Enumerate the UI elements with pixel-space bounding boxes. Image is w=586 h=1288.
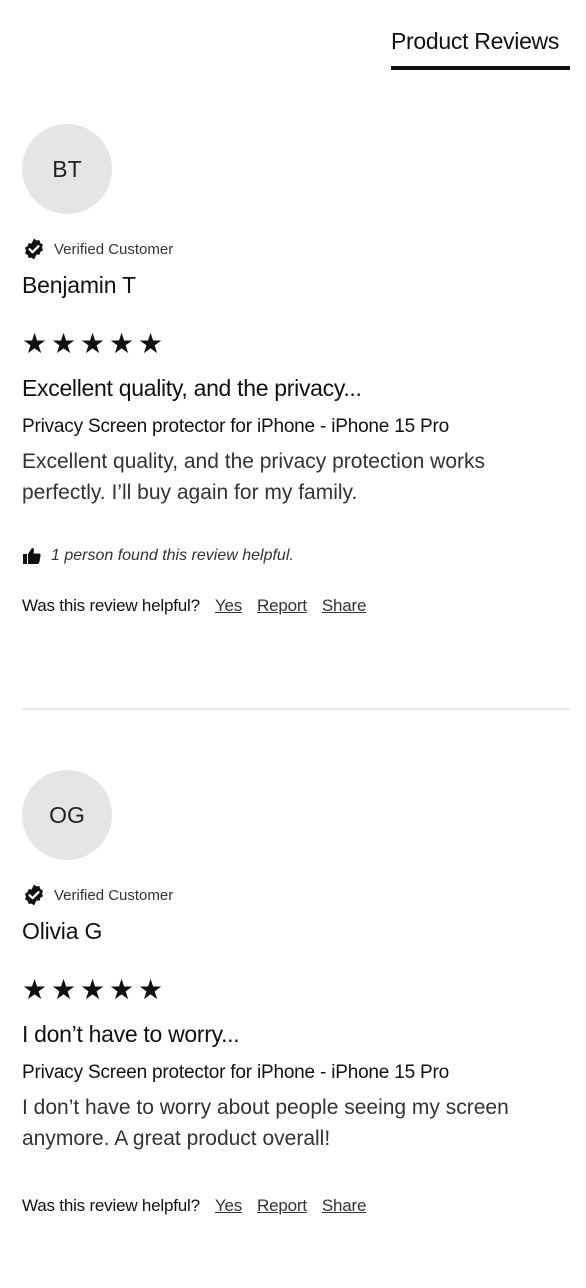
star-icon: ★	[22, 974, 48, 1005]
star-icon: ★	[138, 974, 164, 1005]
review-card: OG Verified Customer Olivia G ★ ★ ★ ★ ★ …	[22, 770, 570, 1216]
star-icon: ★	[80, 974, 106, 1005]
verified-customer-badge: Verified Customer	[22, 882, 570, 908]
star-icon: ★	[109, 974, 135, 1005]
star-icon: ★	[51, 974, 77, 1005]
review-card: BT Verified Customer Benjamin T ★ ★ ★ ★ …	[22, 124, 570, 616]
star-icon: ★	[80, 328, 106, 359]
avatar: BT	[22, 124, 112, 214]
review-body: Excellent quality, and the privacy prote…	[22, 450, 486, 504]
share-link[interactable]: Share	[322, 1196, 367, 1216]
star-rating: ★ ★ ★ ★ ★	[22, 975, 570, 1005]
verified-badge-icon	[25, 884, 43, 906]
review-title: I don’t have to worry...	[22, 1021, 240, 1047]
helpful-question-row: Was this review helpful? Yes Report Shar…	[22, 596, 570, 616]
avatar-initials: BT	[52, 155, 82, 182]
review-product: Privacy Screen protector for iPhone - iP…	[22, 416, 450, 437]
star-icon: ★	[22, 328, 48, 359]
verified-customer-badge: Verified Customer	[22, 236, 570, 262]
review-product: Privacy Screen protector for iPhone - iP…	[22, 1062, 450, 1083]
tab-active-underline	[391, 66, 570, 70]
star-icon: ★	[138, 328, 164, 359]
reviewer-name: Benjamin T	[22, 272, 136, 298]
share-link[interactable]: Share	[322, 596, 367, 616]
helpful-question: Was this review helpful?	[22, 1196, 200, 1215]
helpful-question-row: Was this review helpful? Yes Report Shar…	[22, 1196, 570, 1216]
star-rating: ★ ★ ★ ★ ★	[22, 329, 570, 359]
tab-product-reviews[interactable]: Product Reviews	[391, 28, 570, 55]
verified-badge-icon	[25, 238, 43, 260]
star-icon: ★	[51, 328, 77, 359]
helpful-question: Was this review helpful?	[22, 596, 200, 615]
avatar-initials: OG	[49, 801, 85, 828]
review-body: I don’t have to worry about people seein…	[22, 1096, 509, 1150]
report-link[interactable]: Report	[257, 1196, 307, 1216]
review-title: Excellent quality, and the privacy...	[22, 375, 362, 401]
report-link[interactable]: Report	[257, 596, 307, 616]
thumbs-up-icon	[23, 548, 41, 564]
review-divider	[22, 708, 570, 710]
verified-label: Verified Customer	[54, 886, 174, 904]
star-icon: ★	[109, 328, 135, 359]
verified-label: Verified Customer	[54, 240, 174, 258]
helpful-count: 1 person found this review helpful.	[22, 544, 570, 568]
yes-link[interactable]: Yes	[215, 596, 242, 616]
avatar: OG	[22, 770, 112, 860]
reviewer-name: Olivia G	[22, 918, 103, 944]
yes-link[interactable]: Yes	[215, 1196, 242, 1216]
helpful-count-text: 1 person found this review helpful.	[51, 547, 294, 564]
